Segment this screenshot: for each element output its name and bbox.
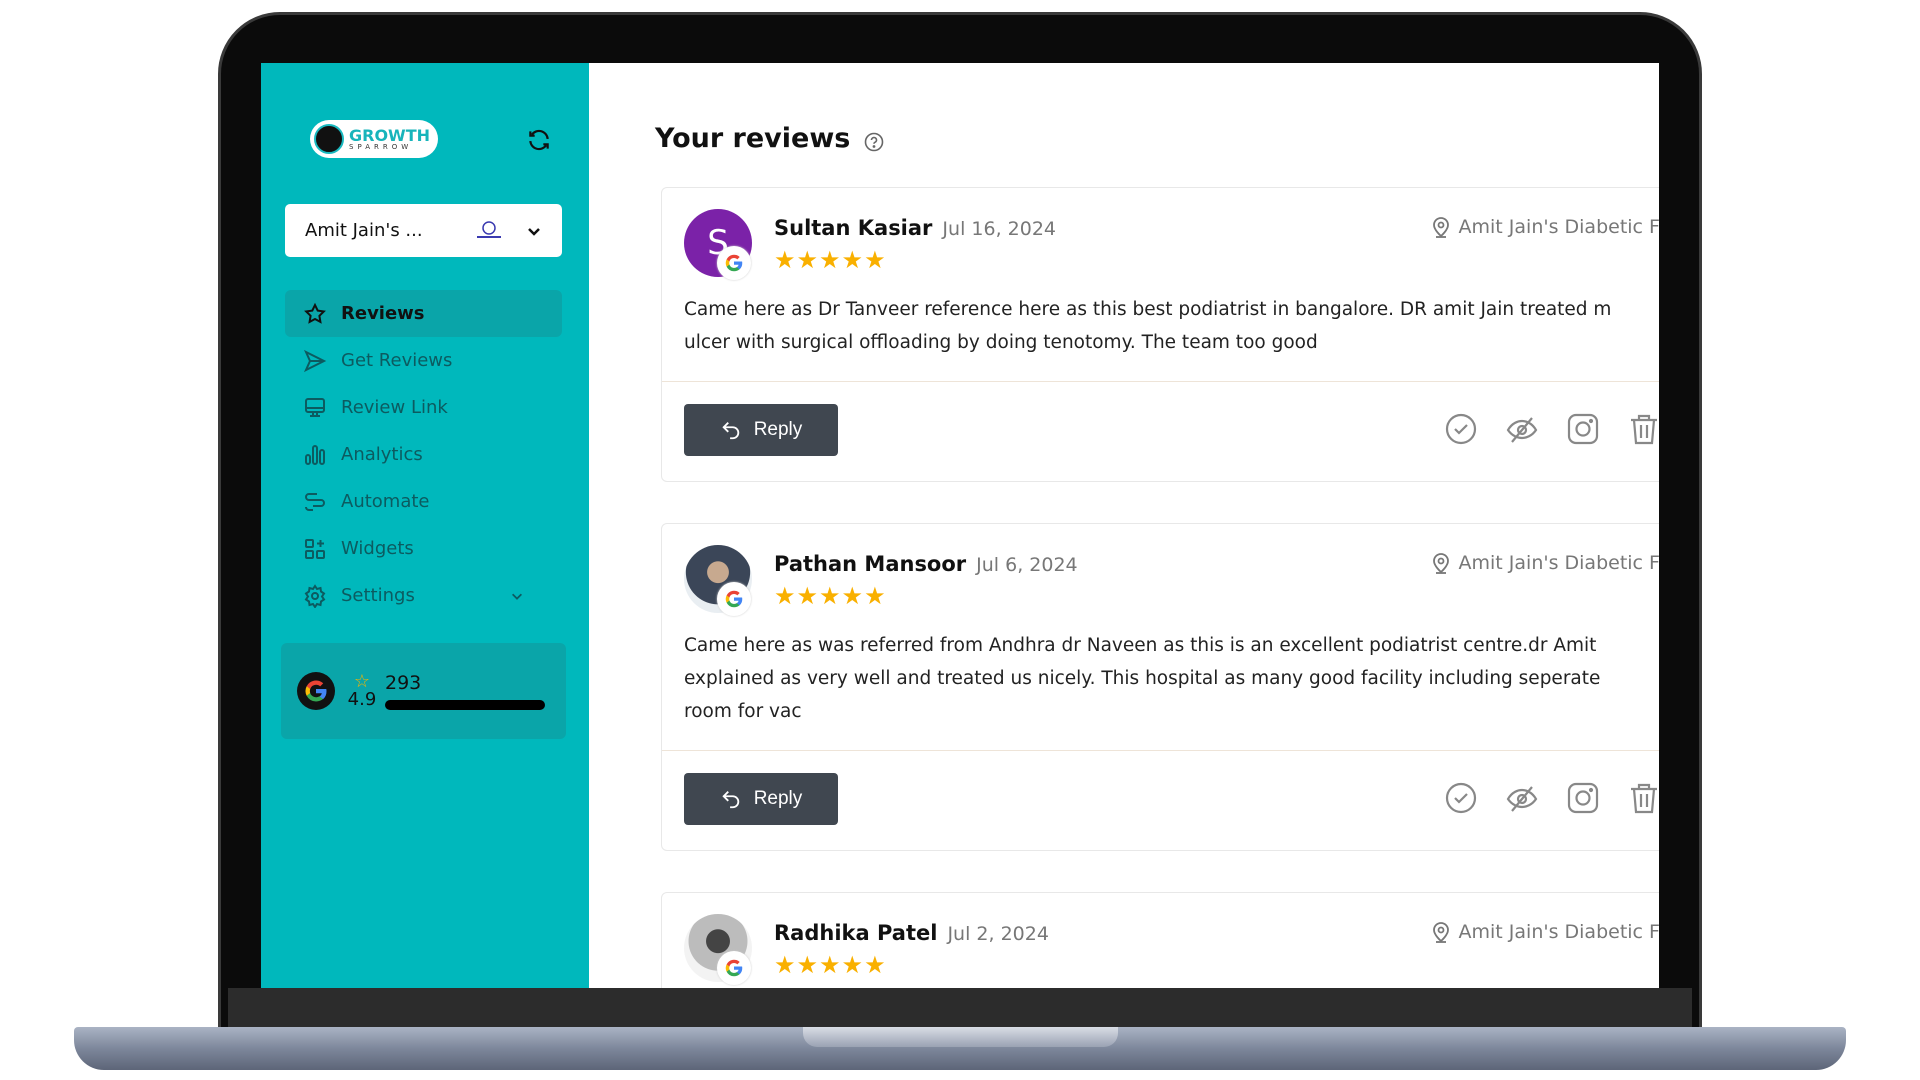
location-select-value: Amit Jain's ... bbox=[305, 220, 423, 241]
sidebar-item-reviews[interactable]: Reviews bbox=[285, 290, 562, 337]
sidebar-item-review-link[interactable]: Review Link bbox=[285, 384, 562, 431]
sidebar-item-get-reviews[interactable]: Get Reviews bbox=[285, 337, 562, 384]
review-text-line: ulcer with surgical offloading by doing … bbox=[684, 332, 1318, 353]
eye-off-icon[interactable] bbox=[1505, 412, 1539, 446]
laptop-notch bbox=[803, 1027, 1118, 1047]
reply-icon bbox=[722, 791, 739, 809]
review-text-line: Came here as was referred from Andhra dr… bbox=[684, 635, 1597, 656]
google-icon bbox=[717, 951, 751, 985]
review-actions: Reply bbox=[662, 381, 1659, 481]
sidebar-item-settings[interactable]: Settings bbox=[285, 572, 562, 619]
refresh-icon[interactable] bbox=[526, 127, 552, 153]
sidebar-item-automate[interactable]: Automate bbox=[285, 478, 562, 525]
sidebar-item-label: Settings bbox=[341, 585, 415, 606]
review-card: Pathan Mansoor Jul 6, 2024 ★★★★★ Amit Jai… bbox=[661, 523, 1659, 851]
review-text-line: room for vac bbox=[684, 701, 802, 722]
review-text-line: Came here as Dr Tanveer reference here a… bbox=[684, 299, 1612, 320]
logo-sub: SPARROW bbox=[349, 142, 413, 151]
send-icon bbox=[303, 349, 327, 372]
sidebar-item-widgets[interactable]: Widgets bbox=[285, 525, 562, 572]
review-date: Jul 16, 2024 bbox=[942, 218, 1056, 240]
review-text: Came here as Dr Tanveer reference here a… bbox=[662, 293, 1659, 381]
screen: GROWTH SPARROW Amit Jain's ... Reviews Ge… bbox=[261, 63, 1659, 988]
review-actions: Reply bbox=[662, 750, 1659, 850]
widgets-icon bbox=[305, 538, 325, 559]
reply-button[interactable]: Reply bbox=[684, 773, 838, 825]
sidebar-item-label: Widgets bbox=[341, 538, 414, 559]
review-location: Amit Jain's Diabetic Foot bbox=[1431, 216, 1659, 238]
growth-sparrow-logo[interactable]: GROWTH SPARROW bbox=[310, 120, 438, 158]
sidebar-item-label: Get Reviews bbox=[341, 350, 453, 371]
star-icon bbox=[304, 302, 326, 324]
reviewer-name: Sultan Kasiar bbox=[774, 216, 933, 240]
sidebar-item-label: Analytics bbox=[341, 444, 423, 465]
location-pin-icon bbox=[1432, 553, 1449, 574]
reply-button[interactable]: Reply bbox=[684, 404, 838, 456]
instagram-icon[interactable] bbox=[1566, 781, 1600, 815]
review-date: Jul 6, 2024 bbox=[976, 554, 1078, 576]
location-select[interactable]: Amit Jain's ... bbox=[285, 204, 562, 257]
rating-score: 4.9 bbox=[347, 689, 377, 710]
sidebar-item-analytics[interactable]: Analytics bbox=[285, 431, 562, 478]
sidebar-nav: Reviews Get Reviews Review Link Analytic… bbox=[285, 290, 562, 619]
review-card: Radhika Patel Jul 2, 2024 ★★★★★ Amit Jain… bbox=[661, 892, 1659, 988]
clinic-logo-icon bbox=[477, 220, 501, 238]
google-rating-card[interactable]: ☆ 4.9 293 bbox=[281, 643, 566, 739]
sparrow-logo-icon bbox=[314, 124, 344, 154]
page-title: Your reviews bbox=[655, 123, 851, 154]
review-date: Jul 2, 2024 bbox=[947, 923, 1049, 945]
trash-icon[interactable] bbox=[1627, 781, 1659, 815]
trash-icon[interactable] bbox=[1627, 412, 1659, 446]
check-circle-icon[interactable] bbox=[1444, 412, 1478, 446]
sidebar: GROWTH SPARROW Amit Jain's ... Reviews Ge… bbox=[261, 63, 589, 988]
monitor-icon bbox=[305, 397, 325, 417]
chevron-down-icon bbox=[528, 227, 540, 236]
main-content: Your reviews S Sultan Kasiar Jul 16, 2024… bbox=[589, 63, 1659, 988]
gear-icon bbox=[304, 583, 326, 608]
automate-icon bbox=[305, 492, 325, 511]
sidebar-item-label: Review Link bbox=[341, 397, 448, 418]
help-icon[interactable] bbox=[864, 132, 884, 152]
reviewer-name: Pathan Mansoor bbox=[774, 552, 967, 576]
instagram-icon[interactable] bbox=[1566, 412, 1600, 446]
reviewer-name: Radhika Patel bbox=[774, 921, 938, 945]
review-count: 293 bbox=[385, 672, 422, 694]
star-rating: ★★★★★ bbox=[774, 582, 887, 610]
review-card: S Sultan Kasiar Jul 16, 2024 ★★★★★ Amit J… bbox=[661, 187, 1659, 482]
review-text-line: explained as very well and treated us ni… bbox=[684, 668, 1601, 689]
review-location: Amit Jain's Diabetic Foot bbox=[1431, 552, 1659, 574]
google-icon bbox=[297, 672, 335, 710]
reply-icon bbox=[722, 422, 739, 440]
google-icon bbox=[717, 246, 751, 280]
laptop-chin bbox=[228, 988, 1692, 1028]
star-rating: ★★★★★ bbox=[774, 246, 887, 274]
google-icon bbox=[717, 582, 751, 616]
review-text: Came here as was referred from Andhra dr… bbox=[662, 629, 1659, 750]
sidebar-item-label: Reviews bbox=[341, 303, 425, 324]
rating-bar bbox=[385, 700, 545, 710]
chevron-down-icon bbox=[512, 593, 522, 600]
star-rating: ★★★★★ bbox=[774, 951, 887, 979]
bar-chart-icon bbox=[305, 444, 325, 465]
check-circle-icon[interactable] bbox=[1444, 781, 1478, 815]
review-location: Amit Jain's Diabetic Foot bbox=[1431, 921, 1659, 943]
sidebar-item-label: Automate bbox=[341, 491, 430, 512]
location-pin-icon bbox=[1432, 217, 1449, 238]
location-pin-icon bbox=[1432, 922, 1449, 943]
logo-name: GROWTH bbox=[349, 125, 431, 145]
eye-off-icon[interactable] bbox=[1505, 781, 1539, 815]
